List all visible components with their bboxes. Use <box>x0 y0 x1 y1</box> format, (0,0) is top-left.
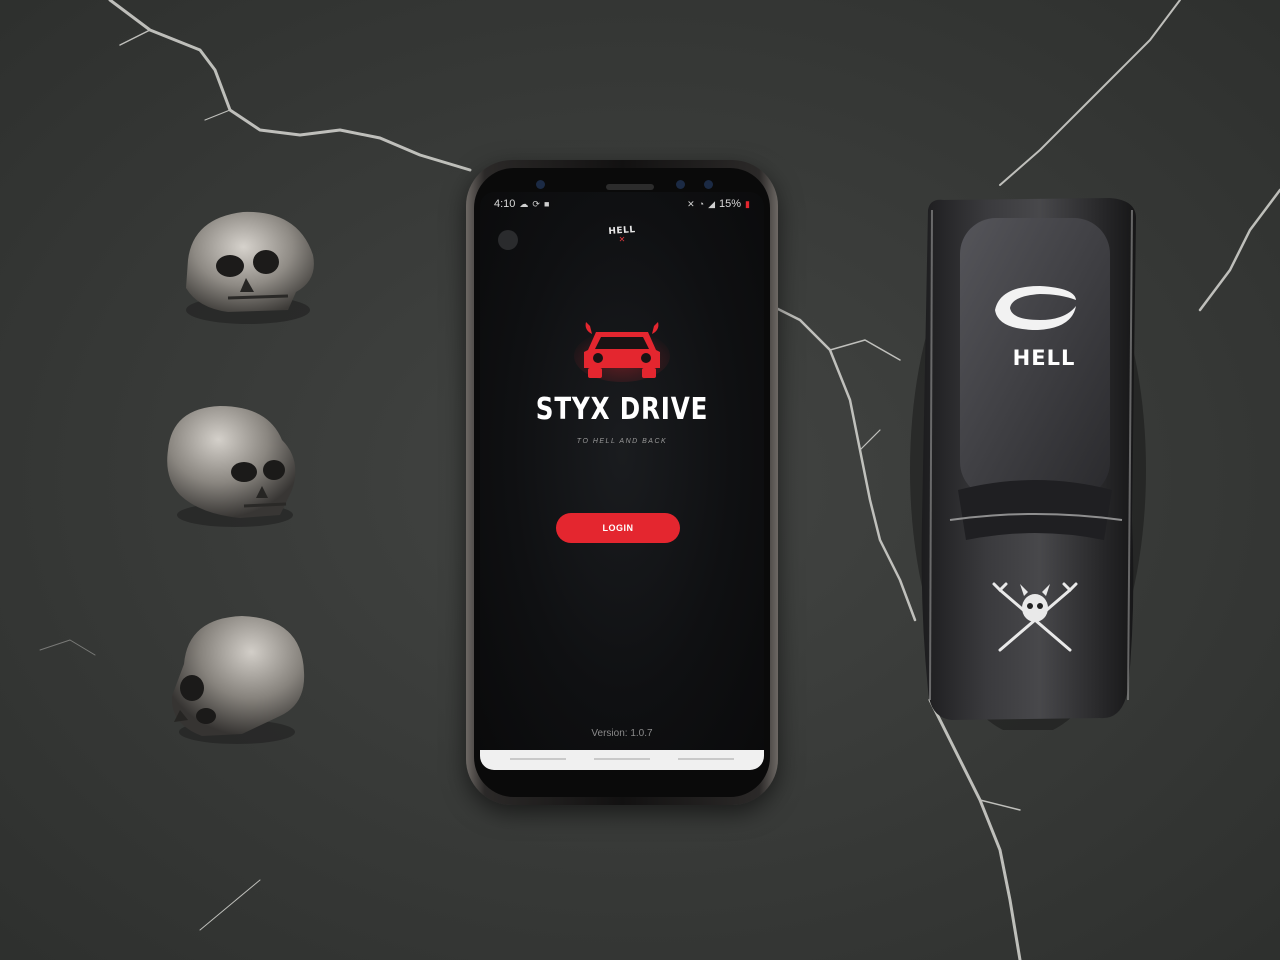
shop-icon: ■ <box>543 199 550 209</box>
signal-icon: ◢ <box>708 198 716 209</box>
wifi-icon: ◔ <box>698 199 705 209</box>
status-bar: 4:10 ☁ ⟳ ■ ✕ ◔ ◢ 15% ▮ <box>480 192 764 216</box>
battery-percent: 15% <box>719 198 742 210</box>
devil-car-icon <box>574 322 670 382</box>
skull-figurine-top <box>186 211 314 324</box>
cloud-icon: ☁ <box>519 198 529 209</box>
nav-home-button[interactable] <box>594 758 650 760</box>
status-left: 4:10 ☁ ⟳ ■ <box>494 198 549 210</box>
navigation-bar <box>480 750 764 770</box>
login-button[interactable]: LOGIN <box>556 513 680 543</box>
sync-icon: ⟳ <box>532 198 540 209</box>
status-time: 4:10 <box>494 198 516 210</box>
status-right: ✕ ◔ ◢ 15% ▮ <box>687 198 750 210</box>
avatar[interactable] <box>498 230 518 250</box>
iris-sensor-dot <box>704 180 713 189</box>
front-camera-icon <box>676 180 685 189</box>
mute-icon: ✕ <box>687 198 695 209</box>
hell-logo: HELL ✕ <box>600 225 644 246</box>
photo-scene: 4:10 ☁ ⟳ ■ ✕ ◔ ◢ 15% ▮ HELL ✕ STYX DRIVE… <box>0 0 1280 960</box>
skull-figurine-bottom <box>171 616 305 744</box>
app-tagline: TO HELL AND BACK <box>576 438 668 445</box>
battery-icon: ▮ <box>745 198 750 209</box>
car-hell-badge: HELL <box>1012 346 1076 370</box>
toy-car-model <box>910 198 1146 730</box>
nav-recents-button[interactable] <box>510 758 566 760</box>
front-sensor-dot <box>536 180 545 189</box>
pitchfork-icon: ✕ <box>618 235 626 244</box>
skull-figurine-middle <box>167 406 296 527</box>
nav-back-button[interactable] <box>678 758 734 760</box>
earpiece-speaker <box>606 184 654 190</box>
version-label: Version: 1.0.7 <box>591 728 653 739</box>
app-title: STYX DRIVE <box>535 392 709 427</box>
app-screen: 4:10 ☁ ⟳ ■ ✕ ◔ ◢ 15% ▮ HELL ✕ STYX DRIVE… <box>480 192 764 770</box>
